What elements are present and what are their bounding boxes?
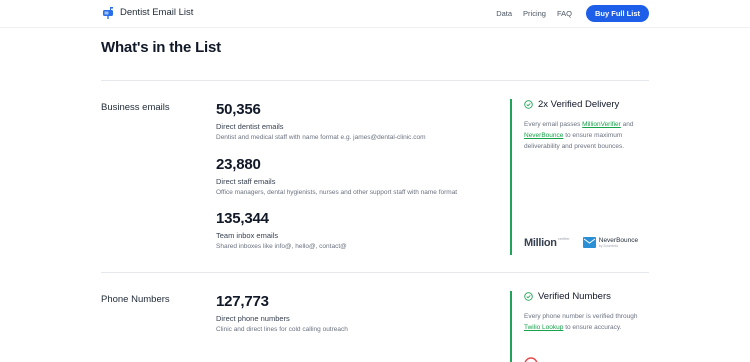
verify-text-part: to ensure accuracy.	[563, 324, 622, 331]
twilio-logo-icon	[524, 357, 538, 362]
buy-full-list-button[interactable]: Buy Full List	[586, 5, 649, 22]
verified-numbers-panel: Verified Numbers Every phone number is v…	[510, 291, 650, 362]
verify-head: 2x Verified Delivery	[524, 99, 650, 110]
verify-text: Every phone number is verified through T…	[524, 311, 650, 333]
millionverifier-link[interactable]: MillionVerifier	[582, 121, 621, 128]
stat-direct-staff-emails: 23,880 Direct staff emails Office manage…	[216, 156, 506, 197]
verify-text-part: Every email passes	[524, 121, 583, 128]
verified-delivery-panel: 2x Verified Delivery Every email passes …	[510, 99, 650, 255]
verify-head: Verified Numbers	[524, 291, 650, 302]
verify-title: Verified Numbers	[538, 291, 611, 302]
check-circle-icon	[524, 292, 533, 301]
nav-data[interactable]: Data	[496, 9, 512, 18]
stat-desc: Clinic and direct lines for cold calling…	[216, 326, 348, 333]
section-label-phone-numbers: Phone Numbers	[101, 294, 170, 305]
nav-links: Data Pricing FAQ Buy Full List	[496, 5, 649, 22]
stat-value: 127,773	[216, 293, 269, 310]
page-title: What's in the List	[101, 39, 221, 56]
stat-title: Direct phone numbers	[216, 314, 290, 323]
neverbounce-mark-icon	[582, 237, 596, 248]
stat-value: 135,344	[216, 210, 269, 227]
millionverifier-logo: Million verifier	[524, 236, 570, 249]
stat-title: Direct dentist emails	[216, 122, 284, 131]
stat-value: 50,356	[216, 101, 261, 118]
section-label-business-emails: Business emails	[101, 102, 170, 113]
neverbounce-logo: NeverBounce by ZoomInfo	[582, 237, 638, 248]
nav-faq[interactable]: FAQ	[557, 9, 572, 18]
stat-value: 23,880	[216, 156, 261, 173]
check-circle-icon	[524, 100, 533, 109]
neverbounce-logo-text: NeverBounce	[598, 237, 639, 244]
verify-title: 2x Verified Delivery	[538, 99, 620, 110]
stat-title: Team inbox emails	[216, 231, 279, 240]
divider	[101, 80, 649, 81]
partner-logos: Million verifier NeverBounce by ZoomInfo	[524, 236, 638, 249]
mailbox-logo-icon	[103, 7, 113, 19]
brand[interactable]: Dentist Email List	[102, 6, 193, 19]
brand-name: Dentist Email List	[120, 7, 194, 18]
neverbounce-logo-sub: by ZoomInfo	[598, 244, 619, 248]
neverbounce-text-block: NeverBounce by ZoomInfo	[599, 237, 638, 248]
verify-text: Every email passes MillionVerifier and N…	[524, 119, 650, 152]
stat-desc: Office managers, dental hygienists, nurs…	[216, 189, 458, 196]
verify-text-part: Every phone number is verified through	[524, 313, 638, 320]
divider	[101, 272, 649, 273]
stat-team-inbox-emails: 135,344 Team inbox emails Shared inboxes…	[216, 210, 506, 251]
verify-text-part: and	[620, 121, 634, 128]
twilio-lookup-link[interactable]: Twilio Lookup	[524, 324, 563, 331]
nav-pricing[interactable]: Pricing	[523, 9, 546, 18]
stat-title: Direct staff emails	[216, 177, 276, 186]
top-navbar: Dentist Email List Data Pricing FAQ Buy …	[0, 0, 750, 28]
stat-desc: Dentist and medical staff with name form…	[216, 134, 426, 141]
stat-direct-phone-numbers: 127,773 Direct phone numbers Clinic and …	[216, 293, 506, 334]
stat-direct-dentist-emails: 50,356 Direct dentist emails Dentist and…	[216, 101, 506, 142]
millionverifier-logo-sup: verifier	[557, 236, 570, 241]
neverbounce-link[interactable]: NeverBounce	[524, 132, 563, 139]
millionverifier-logo-text: Million	[524, 237, 557, 249]
stat-desc: Shared inboxes like info@, hello@, conta…	[216, 243, 347, 250]
